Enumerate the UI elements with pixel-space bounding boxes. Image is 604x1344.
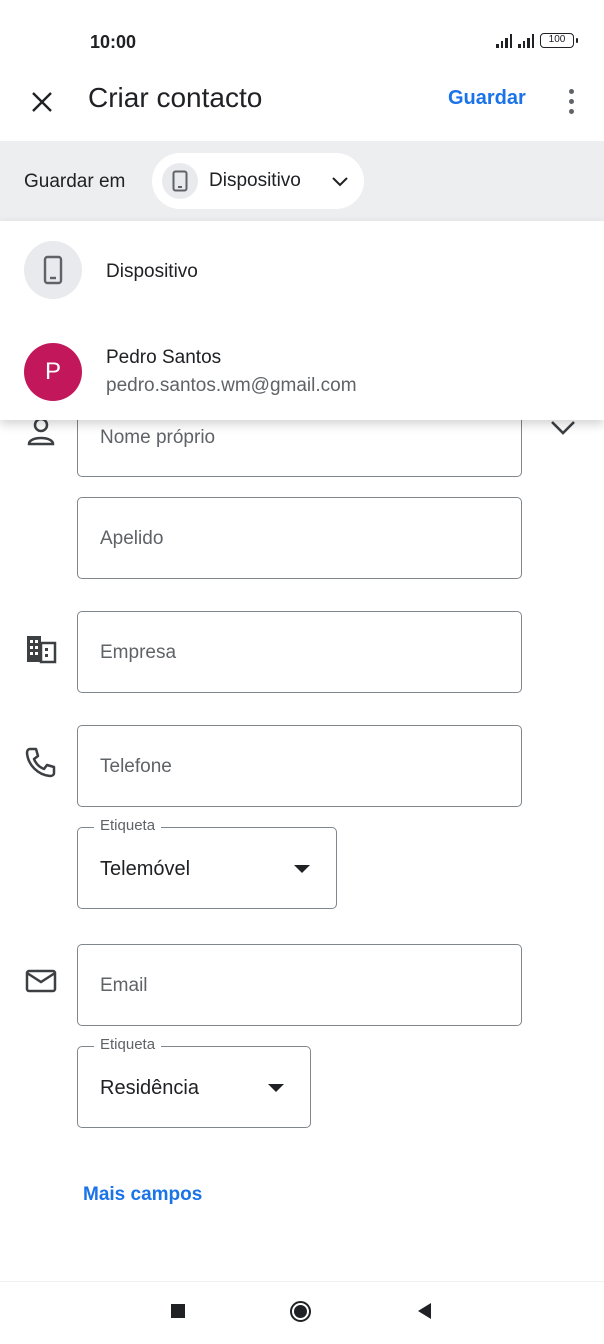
save-in-label: Guardar em <box>24 171 126 192</box>
account-option-device[interactable]: Dispositivo <box>0 221 604 313</box>
phone-placeholder: Telefone <box>100 756 172 777</box>
more-options-button[interactable] <box>556 84 586 118</box>
save-in-bar: Guardar em Dispositivo <box>0 141 604 221</box>
phone-label-caption: Etiqueta <box>94 817 162 834</box>
account-dropdown: Dispositivo P Pedro Santos pedro.santos.… <box>0 221 604 420</box>
email-placeholder: Email <box>100 975 148 996</box>
app-bar: Criar contacto Guardar <box>0 72 604 140</box>
email-field[interactable]: Email <box>77 944 522 1026</box>
email-label-caption: Etiqueta <box>94 1036 162 1053</box>
status-bar: 10:00 100 <box>0 0 604 80</box>
account-option-email: pedro.santos.wm@gmail.com <box>106 375 357 396</box>
avatar: P <box>24 343 82 401</box>
last-name-field[interactable]: Apelido <box>77 497 522 579</box>
close-button[interactable] <box>22 82 62 122</box>
status-icons: 100 <box>496 33 578 48</box>
save-button[interactable]: Guardar <box>448 87 526 110</box>
more-vert-icon <box>568 88 574 94</box>
account-option-label: Dispositivo <box>106 261 198 282</box>
company-field[interactable]: Empresa <box>77 611 522 693</box>
chevron-down-icon <box>332 177 348 187</box>
email-label-value: Residência <box>100 1077 199 1099</box>
account-option-google[interactable]: P Pedro Santos pedro.santos.wm@gmail.com <box>0 317 604 420</box>
save-in-chip[interactable]: Dispositivo <box>152 153 364 209</box>
dropdown-arrow-icon <box>268 1084 284 1092</box>
signal-icon <box>496 34 512 48</box>
person-icon <box>27 417 55 446</box>
system-nav-bar <box>0 1281 604 1344</box>
signal-icon-2 <box>518 34 534 48</box>
more-fields-button[interactable]: Mais campos <box>83 1184 202 1206</box>
close-icon <box>32 92 52 112</box>
phone-label-select[interactable]: Etiqueta Telemóvel <box>77 817 337 909</box>
recents-button[interactable] <box>171 1304 185 1318</box>
company-icon <box>27 636 57 664</box>
last-name-placeholder: Apelido <box>100 528 164 549</box>
account-option-name: Pedro Santos <box>106 347 222 368</box>
battery-icon: 100 <box>540 33 578 48</box>
status-time: 10:00 <box>90 32 137 52</box>
phone-field[interactable]: Telefone <box>77 725 522 807</box>
email-label-select[interactable]: Etiqueta Residência <box>77 1036 311 1128</box>
back-button[interactable] <box>418 1303 431 1319</box>
home-button[interactable] <box>290 1301 311 1322</box>
phone-label-value: Telemóvel <box>100 858 191 880</box>
email-icon <box>25 969 57 993</box>
company-placeholder: Empresa <box>100 642 177 663</box>
phone-call-icon <box>25 747 56 778</box>
phone-icon <box>24 241 82 299</box>
page-title: Criar contacto <box>88 82 263 113</box>
phone-icon <box>162 163 198 199</box>
first-name-placeholder: Nome próprio <box>100 427 216 448</box>
dropdown-arrow-icon <box>294 865 310 873</box>
save-in-selected: Dispositivo <box>209 170 301 191</box>
home-icon <box>294 1305 307 1318</box>
